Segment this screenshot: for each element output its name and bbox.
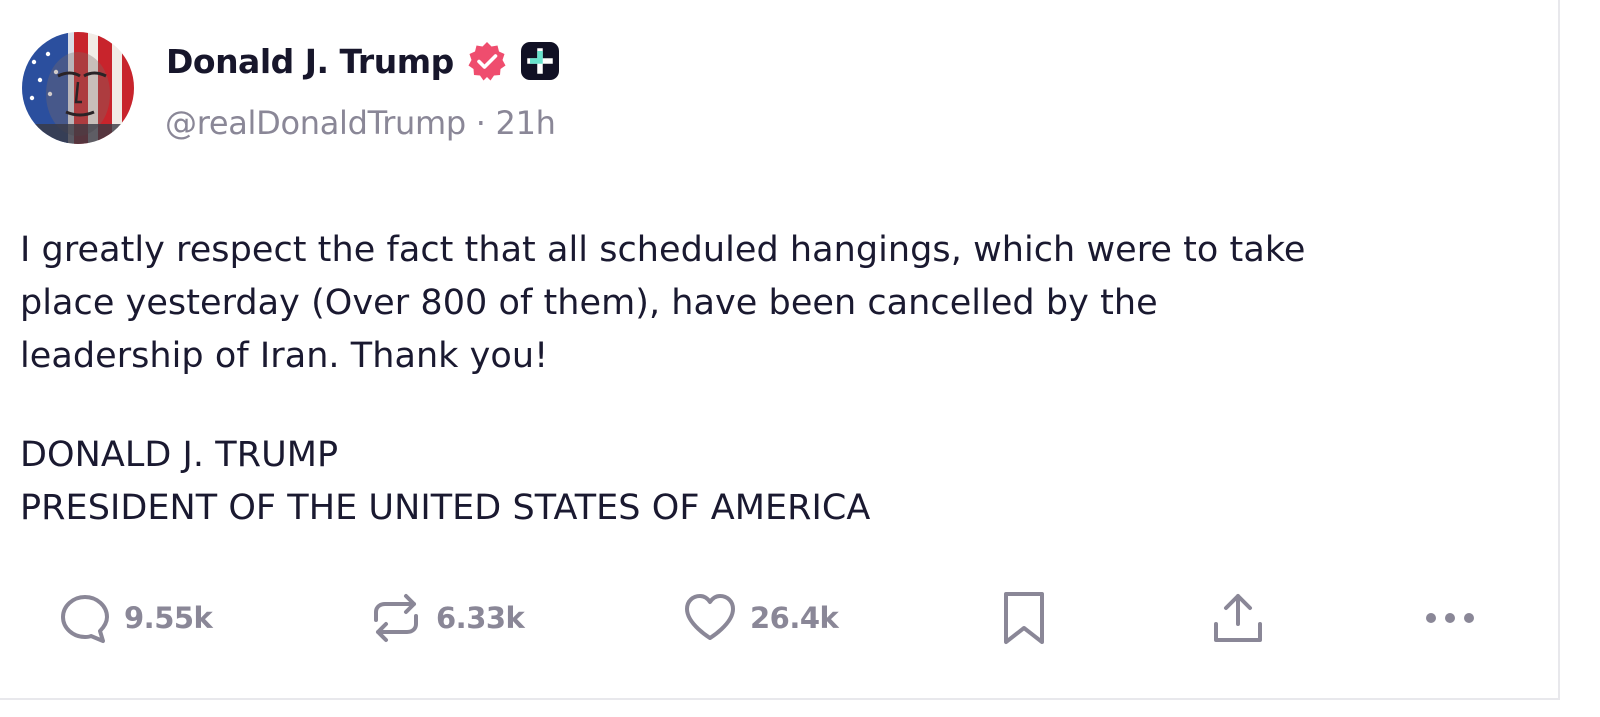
share-icon bbox=[1214, 594, 1262, 642]
author-display-name[interactable]: Donald J. Trump bbox=[166, 42, 454, 81]
post-signature-line-2: PRESIDENT OF THE UNITED STATES OF AMERIC… bbox=[20, 488, 871, 528]
more-icon bbox=[1426, 613, 1474, 623]
author-handle[interactable]: @realDonaldTrump bbox=[165, 104, 466, 142]
reply-count: 9.55k bbox=[124, 601, 213, 635]
repost-button[interactable]: 6.33k bbox=[368, 588, 525, 648]
post-actions-bar: 9.55k 6.33k 26.4k bbox=[0, 588, 1560, 648]
author-meta: @realDonaldTrump · 21h bbox=[165, 104, 556, 142]
verified-badge-icon bbox=[468, 42, 506, 81]
bookmark-icon bbox=[1004, 592, 1044, 644]
post-timestamp[interactable]: 21h bbox=[496, 104, 556, 142]
more-options-button[interactable] bbox=[1424, 588, 1478, 648]
reply-button[interactable]: 9.55k bbox=[58, 588, 213, 648]
like-button[interactable]: 26.4k bbox=[682, 588, 839, 648]
plus-badge-icon bbox=[520, 42, 559, 80]
like-count: 26.4k bbox=[750, 601, 839, 635]
reply-icon bbox=[61, 595, 109, 643]
share-button[interactable] bbox=[1210, 588, 1266, 648]
post-signature-line-1: DONALD J. TRUMP bbox=[20, 435, 339, 475]
heart-icon bbox=[685, 594, 735, 640]
author-name-row: Donald J. Trump bbox=[166, 38, 560, 84]
post-body: I greatly respect the fact that all sche… bbox=[20, 224, 1540, 535]
repost-count: 6.33k bbox=[436, 601, 525, 635]
bookmark-button[interactable] bbox=[998, 588, 1050, 648]
repost-icon bbox=[374, 594, 418, 642]
avatar[interactable] bbox=[22, 32, 134, 144]
meta-separator: · bbox=[475, 104, 486, 142]
avatar-image bbox=[22, 32, 134, 144]
post-text: I greatly respect the fact that all sche… bbox=[20, 230, 1306, 376]
post-card: Donald J. Trump @realDonaldTrump · 21h I… bbox=[0, 0, 1560, 700]
